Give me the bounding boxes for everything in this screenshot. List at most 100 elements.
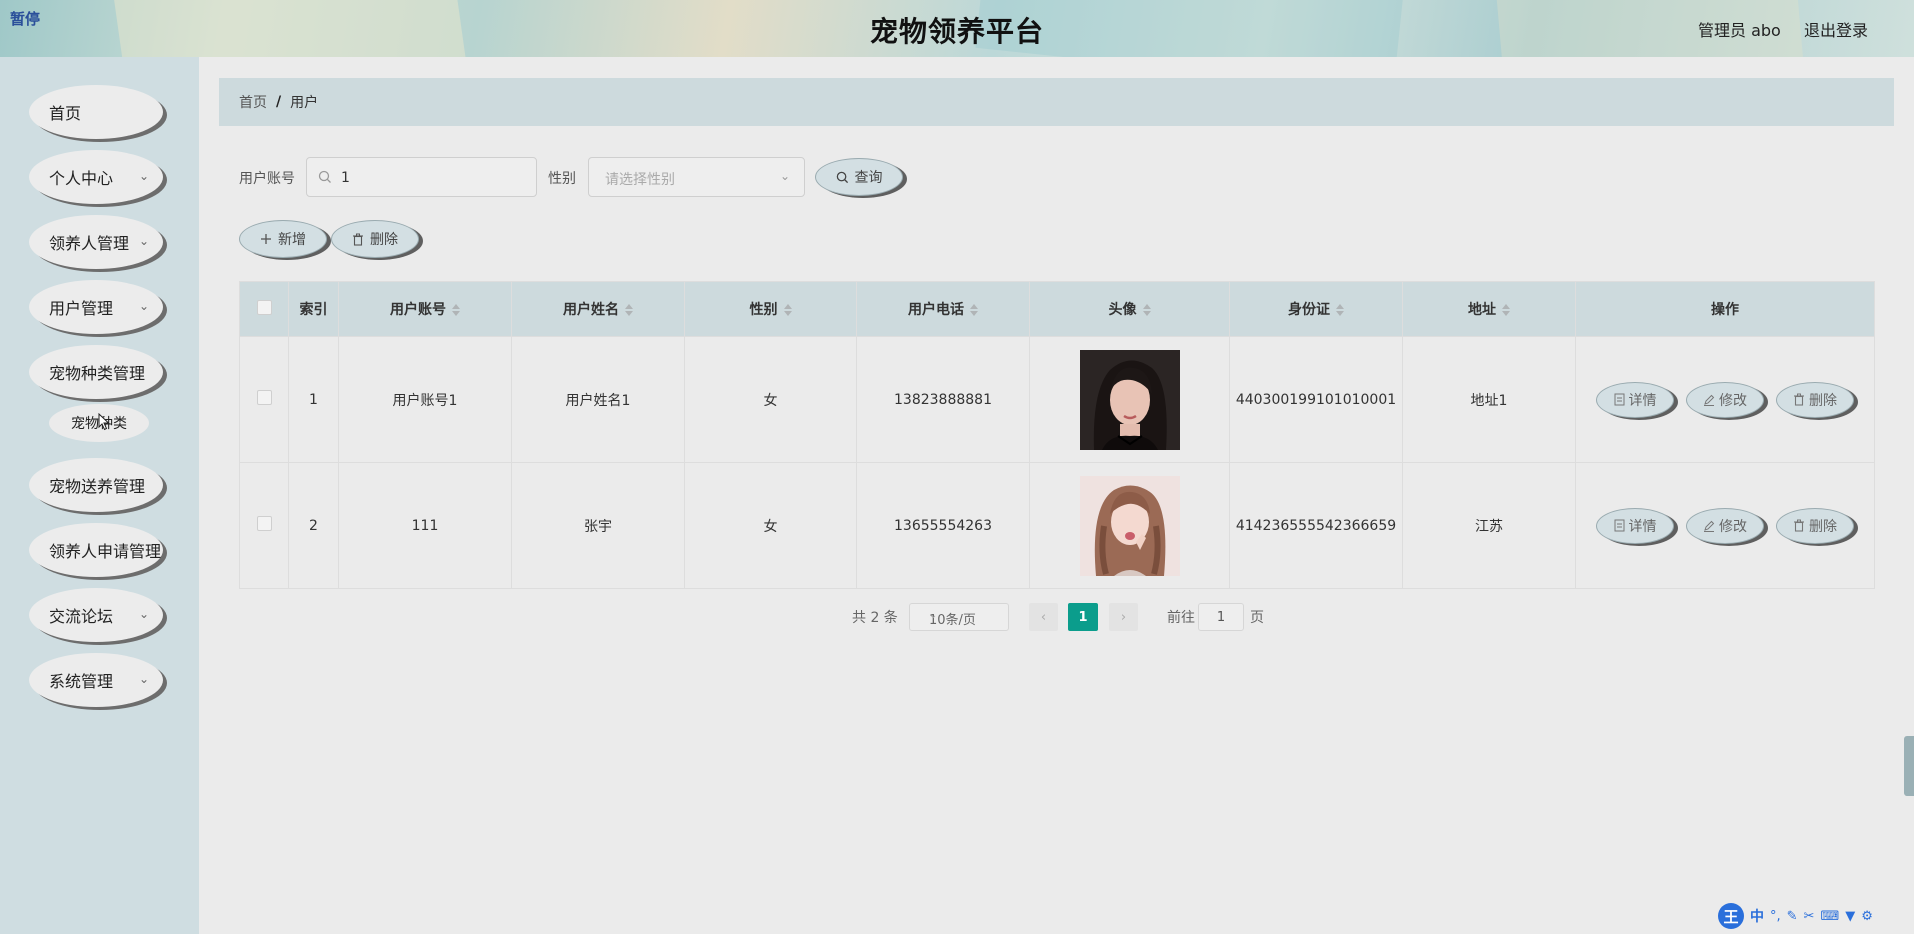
cell-avatar [1029, 462, 1230, 589]
row-checkbox[interactable] [256, 390, 272, 405]
select-all-checkbox[interactable] [256, 299, 272, 315]
next-page-button[interactable]: › [1109, 603, 1138, 631]
cell-actions: 详情 修改 删除 [1575, 336, 1875, 463]
ime-skin-icon[interactable]: ▼ [1845, 909, 1855, 924]
ime-logo-icon[interactable]: 王 [1718, 903, 1744, 929]
edit-button[interactable]: 修改 [1686, 381, 1764, 418]
detail-button[interactable]: 详情 [1596, 381, 1674, 418]
page-size-select[interactable]: 10条/页 ⌄ [909, 603, 1009, 631]
document-icon [1614, 519, 1625, 532]
sort-icon[interactable] [970, 304, 978, 316]
sort-icon[interactable] [783, 304, 792, 316]
ime-punctuation-icon[interactable]: °, [1770, 909, 1781, 924]
sidebar-item-personal-center[interactable]: 个人中心 ⌄ [29, 150, 163, 204]
sidebar-item-home[interactable]: 首页 [29, 85, 163, 139]
cell-index: 2 [288, 462, 339, 589]
ime-scissors-icon[interactable]: ✂ [1804, 909, 1815, 924]
column-header-phone[interactable]: 用户电话 [856, 281, 1030, 337]
column-header-gender[interactable]: 性别 [684, 281, 857, 337]
trash-icon [1793, 519, 1805, 532]
chevron-down-icon: ⌄ [138, 234, 149, 248]
sidebar-item-label: 个人中心 [49, 169, 114, 188]
chevron-down-icon: ⌄ [779, 169, 790, 183]
add-button[interactable]: 新增 [239, 220, 327, 258]
account-search-input[interactable] [339, 158, 533, 198]
sidebar-item-adoption-application-management[interactable]: 领养人申请管理 [29, 523, 163, 577]
avatar[interactable] [1079, 349, 1180, 450]
pagination-total: 共 2 条 [852, 610, 898, 626]
sidebar-item-label: 宠物种类管理 [49, 364, 146, 383]
delete-button[interactable]: 删除 [1776, 507, 1854, 544]
ime-handwrite-icon[interactable]: ✎ [1787, 909, 1798, 924]
side-panel-handle[interactable] [1904, 736, 1914, 796]
breadcrumb-current: 用户 [290, 95, 319, 111]
avatar[interactable] [1079, 475, 1180, 576]
row-select-cell [239, 336, 289, 463]
sidebar-item-pet-rehoming-management[interactable]: 宠物送养管理 [29, 458, 163, 512]
row-checkbox[interactable] [256, 516, 272, 531]
sidebar-item-label: 领养人管理 [49, 234, 130, 253]
pencil-icon [1703, 394, 1715, 406]
sidebar-item-label: 领养人申请管理 [49, 542, 162, 561]
sidebar-item-adopter-management[interactable]: 领养人管理 ⌄ [29, 215, 163, 269]
column-header-address[interactable]: 地址 [1402, 281, 1576, 337]
column-header-index: 索引 [288, 281, 339, 337]
table-row: 1 用户账号1 用户姓名1 女 13823888881 440300199101… [239, 336, 1875, 463]
delete-button[interactable]: 删除 [1776, 381, 1854, 418]
batch-delete-button-label: 删除 [370, 232, 398, 248]
ime-keyboard-icon[interactable]: ⌨ [1820, 909, 1839, 924]
detail-button-label: 详情 [1628, 518, 1657, 535]
column-header-account[interactable]: 用户账号 [338, 281, 512, 337]
batch-delete-button[interactable]: 删除 [331, 220, 419, 258]
top-header: 暂停 宠物领养平台 管理员 abo 退出登录 [0, 0, 1914, 57]
gender-select-placeholder: 请选择性别 [605, 172, 675, 188]
goto-label: 前往 [1167, 610, 1195, 626]
sort-icon[interactable] [452, 304, 460, 316]
account-label: 用户账号 [239, 171, 295, 187]
logout-link[interactable]: 退出登录 [1804, 17, 1868, 41]
page-number-current[interactable]: 1 [1068, 603, 1098, 631]
prev-page-button[interactable]: ‹ [1029, 603, 1058, 631]
ime-mode-toggle[interactable]: 中 [1750, 906, 1764, 926]
breadcrumb-home[interactable]: 首页 [239, 92, 267, 112]
sidebar-item-system-management[interactable]: 系统管理 ⌄ [29, 653, 163, 707]
search-icon [836, 171, 849, 184]
cell-phone: 13655554263 [856, 462, 1030, 589]
sort-icon[interactable] [1502, 304, 1510, 316]
column-header-name[interactable]: 用户姓名 [511, 281, 685, 337]
sort-icon[interactable] [625, 304, 633, 316]
sidebar-item-user-management[interactable]: 用户管理 ⌄ [29, 280, 163, 334]
mouse-cursor-icon [98, 413, 110, 431]
site-title: 宠物领养平台 [869, 15, 1044, 48]
edit-button-label: 修改 [1719, 392, 1747, 409]
cell-account: 111 [338, 462, 512, 589]
detail-button[interactable]: 详情 [1596, 507, 1674, 544]
query-button[interactable]: 查询 [815, 158, 903, 196]
sidebar-item-pet-category-management[interactable]: 宠物种类管理 [29, 345, 163, 399]
delete-button-label: 删除 [1809, 392, 1837, 409]
goto-page-input[interactable] [1198, 603, 1244, 631]
search-icon [318, 170, 331, 183]
sidebar-item-label: 用户管理 [49, 299, 114, 318]
pencil-icon [1703, 520, 1715, 532]
cell-gender: 女 [684, 462, 857, 589]
column-header-avatar[interactable]: 头像 [1029, 281, 1230, 337]
document-icon [1614, 393, 1625, 406]
edit-button[interactable]: 修改 [1686, 507, 1764, 544]
chevron-down-icon: ⌄ [138, 672, 149, 686]
chevron-right-icon: › [1120, 609, 1127, 625]
sidebar-item-label: 系统管理 [49, 672, 114, 691]
ime-settings-icon[interactable]: ⚙ [1861, 909, 1873, 924]
column-header-actions: 操作 [1575, 281, 1875, 337]
gender-select[interactable]: 请选择性别 ⌄ [588, 157, 805, 197]
sort-icon[interactable] [1336, 304, 1344, 316]
column-header-id-card[interactable]: 身份证 [1229, 281, 1403, 337]
sidebar-item-forum[interactable]: 交流论坛 ⌄ [29, 588, 163, 642]
account-search-field[interactable] [306, 157, 537, 198]
cell-id-card: 414236555542366659 [1229, 462, 1403, 589]
select-all-cell [239, 281, 289, 337]
sidebar-item-label: 首页 [49, 104, 82, 123]
admin-info: 管理员 abo [1698, 21, 1781, 40]
sort-icon[interactable] [1142, 304, 1151, 316]
cell-avatar [1029, 336, 1230, 463]
